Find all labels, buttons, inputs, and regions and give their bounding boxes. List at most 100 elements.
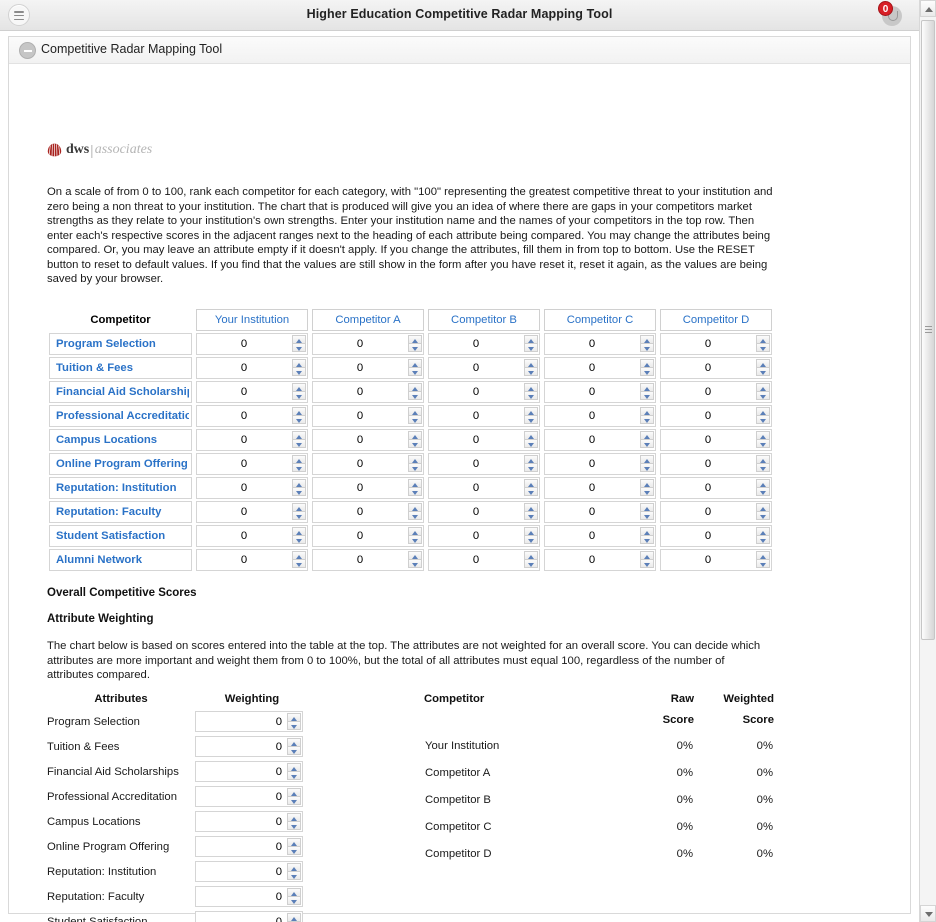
stepper-buttons[interactable] — [524, 407, 538, 425]
stepper-buttons[interactable] — [287, 863, 301, 881]
stepper-buttons[interactable] — [408, 479, 422, 497]
stepper-down-icon[interactable] — [524, 415, 538, 424]
number-stepper[interactable] — [428, 381, 540, 403]
stepper-down-icon[interactable] — [756, 463, 770, 472]
stepper-buttons[interactable] — [756, 383, 770, 401]
attribute-name-input-5[interactable] — [49, 453, 192, 475]
number-stepper[interactable] — [428, 525, 540, 547]
number-stepper[interactable] — [544, 381, 656, 403]
score-input-r7-c1[interactable] — [313, 502, 407, 522]
stepper-buttons[interactable] — [408, 551, 422, 569]
weight-stepper[interactable] — [195, 886, 303, 907]
scroll-up-button[interactable] — [920, 0, 936, 17]
competitor-name-input-0[interactable] — [196, 309, 308, 331]
stepper-buttons[interactable] — [287, 813, 301, 831]
stepper-down-icon[interactable] — [756, 535, 770, 544]
stepper-down-icon[interactable] — [287, 846, 301, 855]
stepper-down-icon[interactable] — [292, 463, 306, 472]
score-input-r5-c0[interactable] — [197, 454, 291, 474]
stepper-down-icon[interactable] — [292, 439, 306, 448]
stepper-buttons[interactable] — [756, 407, 770, 425]
score-input-r3-c0[interactable] — [197, 406, 291, 426]
collapse-panel-button[interactable] — [19, 42, 36, 59]
number-stepper[interactable] — [428, 429, 540, 451]
attribute-name-input-8[interactable] — [49, 525, 192, 547]
stepper-buttons[interactable] — [756, 503, 770, 521]
stepper-buttons[interactable] — [292, 503, 306, 521]
number-stepper[interactable] — [660, 501, 772, 523]
stepper-buttons[interactable] — [524, 503, 538, 521]
number-stepper[interactable] — [312, 525, 424, 547]
stepper-buttons[interactable] — [524, 455, 538, 473]
number-stepper[interactable] — [660, 381, 772, 403]
stepper-buttons[interactable] — [287, 738, 301, 756]
stepper-down-icon[interactable] — [292, 535, 306, 544]
weight-input-8[interactable] — [196, 912, 286, 922]
stepper-buttons[interactable] — [756, 335, 770, 353]
attribute-name-input-9[interactable] — [49, 549, 192, 571]
number-stepper[interactable] — [544, 477, 656, 499]
stepper-down-icon[interactable] — [292, 511, 306, 520]
number-stepper[interactable] — [544, 501, 656, 523]
score-input-r0-c1[interactable] — [313, 334, 407, 354]
score-input-r3-c3[interactable] — [545, 406, 639, 426]
stepper-down-icon[interactable] — [524, 343, 538, 352]
stepper-buttons[interactable] — [640, 551, 654, 569]
stepper-buttons[interactable] — [640, 431, 654, 449]
score-input-r8-c4[interactable] — [661, 526, 755, 546]
stepper-buttons[interactable] — [408, 407, 422, 425]
number-stepper[interactable] — [312, 429, 424, 451]
score-input-r6-c0[interactable] — [197, 478, 291, 498]
stepper-buttons[interactable] — [640, 455, 654, 473]
number-stepper[interactable] — [544, 333, 656, 355]
stepper-buttons[interactable] — [640, 503, 654, 521]
stepper-down-icon[interactable] — [287, 721, 301, 730]
stepper-down-icon[interactable] — [524, 487, 538, 496]
competitor-name-input-3[interactable] — [544, 309, 656, 331]
stepper-down-icon[interactable] — [640, 559, 654, 568]
score-input-r5-c4[interactable] — [661, 454, 755, 474]
stepper-buttons[interactable] — [524, 431, 538, 449]
number-stepper[interactable] — [428, 501, 540, 523]
number-stepper[interactable] — [312, 549, 424, 571]
stepper-down-icon[interactable] — [292, 415, 306, 424]
stepper-down-icon[interactable] — [408, 463, 422, 472]
stepper-down-icon[interactable] — [524, 367, 538, 376]
number-stepper[interactable] — [196, 405, 308, 427]
score-input-r9-c4[interactable] — [661, 550, 755, 570]
score-input-r8-c0[interactable] — [197, 526, 291, 546]
score-input-r3-c1[interactable] — [313, 406, 407, 426]
stepper-buttons[interactable] — [524, 527, 538, 545]
weight-stepper[interactable] — [195, 711, 303, 732]
stepper-buttons[interactable] — [408, 527, 422, 545]
number-stepper[interactable] — [660, 477, 772, 499]
attribute-name-input-7[interactable] — [49, 501, 192, 523]
score-input-r7-c2[interactable] — [429, 502, 523, 522]
weight-input-3[interactable] — [196, 787, 286, 806]
stepper-down-icon[interactable] — [287, 821, 301, 830]
stepper-down-icon[interactable] — [292, 367, 306, 376]
stepper-buttons[interactable] — [408, 359, 422, 377]
weight-stepper[interactable] — [195, 811, 303, 832]
score-input-r9-c1[interactable] — [313, 550, 407, 570]
score-input-r6-c1[interactable] — [313, 478, 407, 498]
score-input-r0-c2[interactable] — [429, 334, 523, 354]
stepper-buttons[interactable] — [756, 455, 770, 473]
score-input-r3-c2[interactable] — [429, 406, 523, 426]
number-stepper[interactable] — [196, 477, 308, 499]
number-stepper[interactable] — [196, 357, 308, 379]
score-input-r6-c2[interactable] — [429, 478, 523, 498]
weight-stepper[interactable] — [195, 861, 303, 882]
stepper-buttons[interactable] — [292, 431, 306, 449]
number-stepper[interactable] — [312, 381, 424, 403]
stepper-buttons[interactable] — [287, 913, 301, 922]
competitor-name-input-2[interactable] — [428, 309, 540, 331]
number-stepper[interactable] — [196, 549, 308, 571]
stepper-buttons[interactable] — [287, 713, 301, 731]
number-stepper[interactable] — [312, 357, 424, 379]
stepper-down-icon[interactable] — [640, 439, 654, 448]
stepper-buttons[interactable] — [524, 479, 538, 497]
stepper-down-icon[interactable] — [524, 559, 538, 568]
weight-input-5[interactable] — [196, 837, 286, 856]
stepper-buttons[interactable] — [287, 763, 301, 781]
